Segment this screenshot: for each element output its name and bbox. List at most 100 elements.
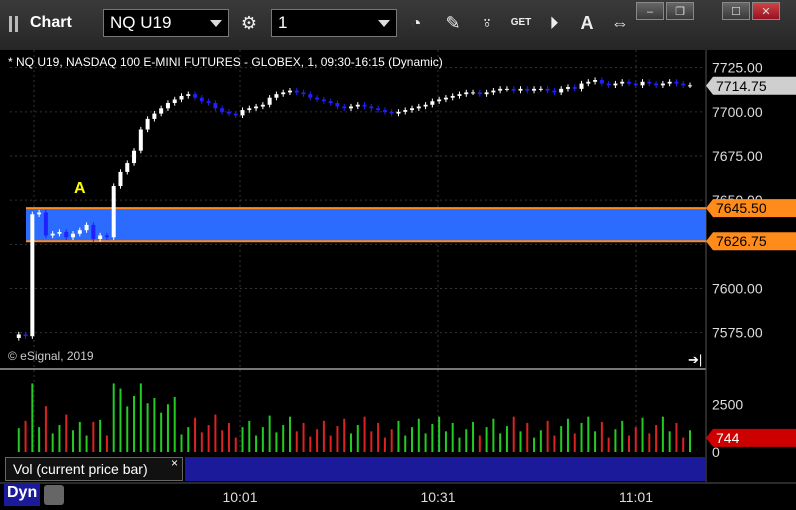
volume-bar [397,420,400,452]
symbol-dropdown-icon[interactable] [210,20,222,27]
volume-bar [370,431,373,452]
candle [328,101,333,103]
volume-bar [587,416,590,452]
volume-bar [207,425,210,452]
volume-bar [627,435,630,452]
volume-bar [533,437,536,452]
volume-bar [580,422,583,452]
volume-bar [153,398,156,452]
volume-bar [227,422,230,452]
candle [165,103,170,109]
candle [98,235,103,240]
candle [240,110,245,116]
candle [274,94,279,98]
volume-bar [187,427,190,452]
last-volume-tag: 744 [716,430,740,446]
candle [220,108,225,112]
candle [50,233,55,236]
candle [518,88,523,91]
play-icon[interactable]: ⏵ [540,9,568,37]
restore-button[interactable]: ❐ [666,2,694,20]
time-tick-label: 11:01 [619,489,653,505]
lock-icon[interactable] [44,485,64,505]
candle [382,110,387,112]
volume-bar [560,426,563,452]
volume-bar [594,431,597,452]
candle [484,92,489,95]
clock-icon[interactable]: ◔ [402,9,430,37]
volume-bar [472,421,475,452]
symbol-input[interactable]: NQ U19 [103,9,229,37]
chart-legend: * NQ U19, NASDAQ 100 E-MINI FUTURES - GL… [8,55,443,69]
minimize-button[interactable]: ‒ [636,2,664,20]
arrows-icon[interactable]: ⇔ [606,9,634,37]
candle [660,83,665,86]
candle [132,150,137,164]
support-zone[interactable] [26,208,706,242]
candle [423,104,428,107]
auto-icon[interactable]: A [573,9,601,37]
candle [287,90,292,93]
candle [565,87,570,89]
volume-bar [356,425,359,452]
candle [559,88,564,93]
volume-bar [350,433,352,452]
volume-bar [424,433,427,452]
volume-bar [302,422,305,452]
dynamic-mode-label[interactable]: Dyn [4,484,41,506]
drag-grip-icon[interactable] [8,15,22,33]
volume-bar [661,416,664,452]
study-icon[interactable]: ⍤ [473,9,501,37]
candle [233,113,238,116]
close-button[interactable]: ✕ [752,2,780,20]
candle [118,171,123,187]
volume-bar [566,418,569,452]
volume-bar [383,437,386,452]
pencil-icon[interactable]: ✎ [439,9,467,37]
volume-bar [682,437,685,452]
volume-bar [316,429,319,452]
scroll-end-icon[interactable]: ➔| [688,352,702,367]
volume-bar [336,426,339,452]
candle [606,83,611,86]
chart-canvas[interactable]: 7725.007700.007675.007650.007600.007575.… [0,50,796,510]
candle [254,106,259,109]
candle [267,97,272,105]
gear-icon[interactable]: ⚙ [235,9,263,37]
interval-dropdown-icon[interactable] [378,20,390,27]
volume-bar [553,435,556,452]
candle [525,88,530,91]
volume-bar [261,427,264,452]
candle [321,99,326,102]
candle [226,111,231,114]
close-icon[interactable]: × [171,456,178,470]
candle [376,108,381,111]
candle [16,334,21,338]
volume-bar [234,437,237,452]
candle [626,81,631,84]
candle [186,94,191,96]
volume-bar [465,429,468,452]
volume-bar [44,406,47,452]
volume-bar [38,427,41,452]
candle [681,83,686,86]
candle [620,81,625,84]
volume-bar [105,435,108,452]
annotation-marker[interactable]: A [74,180,86,197]
last-price-tag: 7714.75 [716,78,767,94]
volume-bar [166,404,169,452]
interval-input[interactable]: 1 [271,9,397,37]
candle [647,81,652,84]
get-icon[interactable]: GET [507,9,535,37]
volume-bar [634,427,637,452]
maximize-button[interactable]: ☐ [722,2,750,20]
volume-bar [675,422,678,452]
candle [667,81,672,84]
volume-bar [51,433,54,452]
candle [532,88,537,91]
candle [410,108,415,111]
volume-study-label[interactable]: Vol (current price bar) [5,457,183,481]
volume-bar [404,435,407,452]
candle [84,224,89,231]
zone-low-tag: 7626.75 [716,233,767,249]
